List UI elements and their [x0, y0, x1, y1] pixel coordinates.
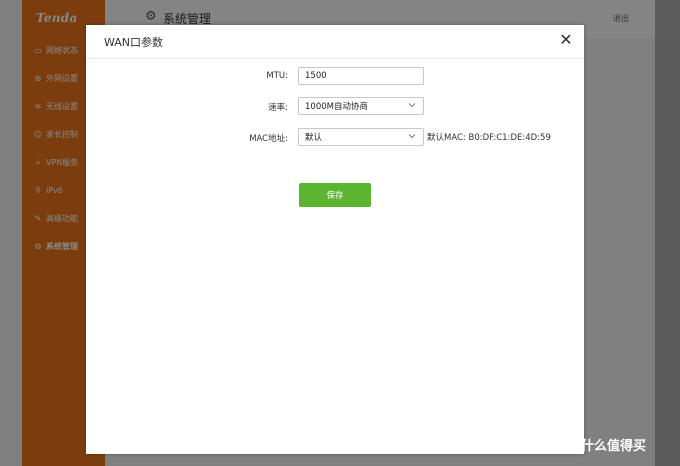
mac-selected-value: 默认: [305, 133, 323, 143]
wan-parameters-dialog: WAN口参数 ✕ MTU: 1500 速率: 1000M自动协商 MAC地址: …: [86, 25, 584, 454]
speed-label: 速率:: [268, 103, 288, 113]
close-icon[interactable]: ✕: [558, 31, 574, 49]
speed-select[interactable]: 1000M自动协商: [298, 97, 424, 115]
default-mac-note: 默认MAC: B0:DF:C1:DE:4D:59: [427, 133, 551, 143]
save-button[interactable]: 保存: [299, 183, 371, 207]
dialog-title: WAN口参数: [104, 36, 164, 49]
page-scrollbar[interactable]: [655, 0, 680, 466]
watermark: 值 什么值得买: [556, 434, 646, 454]
mtu-value: 1500: [305, 71, 327, 81]
dialog-header: WAN口参数 ✕: [86, 25, 584, 59]
mac-label: MAC地址:: [249, 134, 288, 144]
chevron-down-icon: [408, 103, 416, 108]
mtu-input[interactable]: 1500: [298, 67, 424, 85]
mac-select[interactable]: 默认: [298, 128, 424, 146]
watermark-badge: 值: [556, 434, 576, 454]
mtu-label: MTU:: [266, 71, 288, 81]
speed-selected-value: 1000M自动协商: [305, 102, 368, 112]
watermark-text: 什么值得买: [581, 438, 647, 454]
chevron-down-icon: [408, 134, 416, 139]
